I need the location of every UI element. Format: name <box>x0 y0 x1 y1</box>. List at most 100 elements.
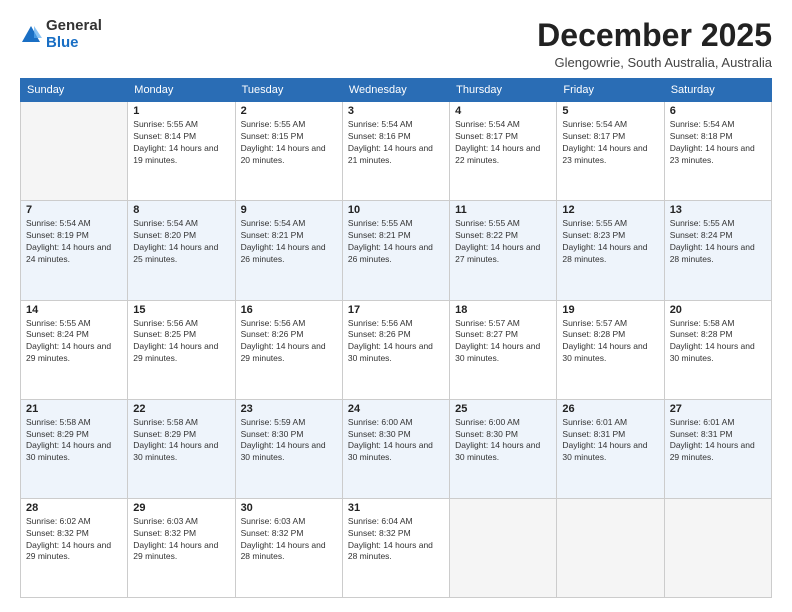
day-number: 6 <box>670 105 766 117</box>
day-number: 10 <box>348 204 444 216</box>
logo-general-text: General <box>46 18 102 35</box>
day-number: 21 <box>26 403 122 415</box>
day-info: Sunrise: 6:04 AMSunset: 8:32 PMDaylight:… <box>348 516 444 564</box>
calendar-week-row: 21 Sunrise: 5:58 AMSunset: 8:29 PMDaylig… <box>21 399 772 498</box>
table-row: 15 Sunrise: 5:56 AMSunset: 8:25 PMDaylig… <box>128 300 235 399</box>
header-row: General Blue December 2025 Glengowrie, S… <box>20 18 772 70</box>
day-number: 24 <box>348 403 444 415</box>
table-row: 16 Sunrise: 5:56 AMSunset: 8:26 PMDaylig… <box>235 300 342 399</box>
calendar-week-row: 1 Sunrise: 5:55 AMSunset: 8:14 PMDayligh… <box>21 102 772 201</box>
day-number: 16 <box>241 304 337 316</box>
day-info: Sunrise: 6:03 AMSunset: 8:32 PMDaylight:… <box>241 516 337 564</box>
day-info: Sunrise: 5:57 AMSunset: 8:28 PMDaylight:… <box>562 318 658 366</box>
day-number: 13 <box>670 204 766 216</box>
title-block: December 2025 Glengowrie, South Australi… <box>537 18 772 70</box>
weekday-header-row: Sunday Monday Tuesday Wednesday Thursday… <box>21 79 772 102</box>
day-number: 30 <box>241 502 337 514</box>
table-row: 2 Sunrise: 5:55 AMSunset: 8:15 PMDayligh… <box>235 102 342 201</box>
month-title: December 2025 <box>537 18 772 53</box>
table-row: 14 Sunrise: 5:55 AMSunset: 8:24 PMDaylig… <box>21 300 128 399</box>
day-info: Sunrise: 5:59 AMSunset: 8:30 PMDaylight:… <box>241 417 337 465</box>
table-row: 10 Sunrise: 5:55 AMSunset: 8:21 PMDaylig… <box>342 201 449 300</box>
logo-text: General Blue <box>46 18 102 51</box>
table-row: 27 Sunrise: 6:01 AMSunset: 8:31 PMDaylig… <box>664 399 771 498</box>
day-number: 28 <box>26 502 122 514</box>
day-info: Sunrise: 6:01 AMSunset: 8:31 PMDaylight:… <box>562 417 658 465</box>
day-number: 5 <box>562 105 658 117</box>
day-number: 25 <box>455 403 551 415</box>
table-row: 17 Sunrise: 5:56 AMSunset: 8:26 PMDaylig… <box>342 300 449 399</box>
table-row: 3 Sunrise: 5:54 AMSunset: 8:16 PMDayligh… <box>342 102 449 201</box>
col-friday: Friday <box>557 79 664 102</box>
col-monday: Monday <box>128 79 235 102</box>
table-row: 26 Sunrise: 6:01 AMSunset: 8:31 PMDaylig… <box>557 399 664 498</box>
table-row: 23 Sunrise: 5:59 AMSunset: 8:30 PMDaylig… <box>235 399 342 498</box>
day-number: 2 <box>241 105 337 117</box>
table-row: 1 Sunrise: 5:55 AMSunset: 8:14 PMDayligh… <box>128 102 235 201</box>
day-number: 11 <box>455 204 551 216</box>
day-info: Sunrise: 5:58 AMSunset: 8:29 PMDaylight:… <box>26 417 122 465</box>
col-sunday: Sunday <box>21 79 128 102</box>
day-info: Sunrise: 6:03 AMSunset: 8:32 PMDaylight:… <box>133 516 229 564</box>
day-number: 9 <box>241 204 337 216</box>
table-row: 30 Sunrise: 6:03 AMSunset: 8:32 PMDaylig… <box>235 498 342 597</box>
logo-blue-text: Blue <box>46 35 102 52</box>
col-tuesday: Tuesday <box>235 79 342 102</box>
table-row: 18 Sunrise: 5:57 AMSunset: 8:27 PMDaylig… <box>450 300 557 399</box>
day-info: Sunrise: 5:54 AMSunset: 8:16 PMDaylight:… <box>348 119 444 167</box>
day-number: 26 <box>562 403 658 415</box>
table-row: 4 Sunrise: 5:54 AMSunset: 8:17 PMDayligh… <box>450 102 557 201</box>
day-info: Sunrise: 5:58 AMSunset: 8:28 PMDaylight:… <box>670 318 766 366</box>
page: General Blue December 2025 Glengowrie, S… <box>0 0 792 612</box>
day-info: Sunrise: 5:54 AMSunset: 8:19 PMDaylight:… <box>26 218 122 266</box>
day-info: Sunrise: 5:56 AMSunset: 8:26 PMDaylight:… <box>241 318 337 366</box>
day-info: Sunrise: 5:56 AMSunset: 8:26 PMDaylight:… <box>348 318 444 366</box>
location-subtitle: Glengowrie, South Australia, Australia <box>537 55 772 70</box>
day-info: Sunrise: 5:55 AMSunset: 8:21 PMDaylight:… <box>348 218 444 266</box>
table-row: 31 Sunrise: 6:04 AMSunset: 8:32 PMDaylig… <box>342 498 449 597</box>
calendar-week-row: 7 Sunrise: 5:54 AMSunset: 8:19 PMDayligh… <box>21 201 772 300</box>
col-saturday: Saturday <box>664 79 771 102</box>
day-number: 8 <box>133 204 229 216</box>
day-number: 4 <box>455 105 551 117</box>
table-row: 20 Sunrise: 5:58 AMSunset: 8:28 PMDaylig… <box>664 300 771 399</box>
day-number: 18 <box>455 304 551 316</box>
day-number: 12 <box>562 204 658 216</box>
day-info: Sunrise: 5:54 AMSunset: 8:17 PMDaylight:… <box>562 119 658 167</box>
table-row: 13 Sunrise: 5:55 AMSunset: 8:24 PMDaylig… <box>664 201 771 300</box>
day-info: Sunrise: 5:57 AMSunset: 8:27 PMDaylight:… <box>455 318 551 366</box>
table-row <box>664 498 771 597</box>
day-info: Sunrise: 5:55 AMSunset: 8:15 PMDaylight:… <box>241 119 337 167</box>
calendar-week-row: 14 Sunrise: 5:55 AMSunset: 8:24 PMDaylig… <box>21 300 772 399</box>
day-number: 1 <box>133 105 229 117</box>
day-number: 15 <box>133 304 229 316</box>
table-row: 9 Sunrise: 5:54 AMSunset: 8:21 PMDayligh… <box>235 201 342 300</box>
day-number: 22 <box>133 403 229 415</box>
table-row: 6 Sunrise: 5:54 AMSunset: 8:18 PMDayligh… <box>664 102 771 201</box>
day-info: Sunrise: 6:00 AMSunset: 8:30 PMDaylight:… <box>455 417 551 465</box>
table-row: 19 Sunrise: 5:57 AMSunset: 8:28 PMDaylig… <box>557 300 664 399</box>
day-info: Sunrise: 5:55 AMSunset: 8:24 PMDaylight:… <box>26 318 122 366</box>
table-row: 28 Sunrise: 6:02 AMSunset: 8:32 PMDaylig… <box>21 498 128 597</box>
table-row: 24 Sunrise: 6:00 AMSunset: 8:30 PMDaylig… <box>342 399 449 498</box>
table-row: 22 Sunrise: 5:58 AMSunset: 8:29 PMDaylig… <box>128 399 235 498</box>
day-info: Sunrise: 5:55 AMSunset: 8:22 PMDaylight:… <box>455 218 551 266</box>
day-number: 29 <box>133 502 229 514</box>
day-info: Sunrise: 5:54 AMSunset: 8:20 PMDaylight:… <box>133 218 229 266</box>
table-row: 11 Sunrise: 5:55 AMSunset: 8:22 PMDaylig… <box>450 201 557 300</box>
day-info: Sunrise: 5:56 AMSunset: 8:25 PMDaylight:… <box>133 318 229 366</box>
day-info: Sunrise: 5:54 AMSunset: 8:18 PMDaylight:… <box>670 119 766 167</box>
day-info: Sunrise: 5:54 AMSunset: 8:17 PMDaylight:… <box>455 119 551 167</box>
calendar-week-row: 28 Sunrise: 6:02 AMSunset: 8:32 PMDaylig… <box>21 498 772 597</box>
day-info: Sunrise: 5:58 AMSunset: 8:29 PMDaylight:… <box>133 417 229 465</box>
table-row: 25 Sunrise: 6:00 AMSunset: 8:30 PMDaylig… <box>450 399 557 498</box>
table-row <box>450 498 557 597</box>
day-info: Sunrise: 5:54 AMSunset: 8:21 PMDaylight:… <box>241 218 337 266</box>
day-number: 3 <box>348 105 444 117</box>
logo: General Blue <box>20 18 102 51</box>
day-info: Sunrise: 6:00 AMSunset: 8:30 PMDaylight:… <box>348 417 444 465</box>
table-row: 8 Sunrise: 5:54 AMSunset: 8:20 PMDayligh… <box>128 201 235 300</box>
day-number: 27 <box>670 403 766 415</box>
table-row: 12 Sunrise: 5:55 AMSunset: 8:23 PMDaylig… <box>557 201 664 300</box>
day-info: Sunrise: 5:55 AMSunset: 8:23 PMDaylight:… <box>562 218 658 266</box>
